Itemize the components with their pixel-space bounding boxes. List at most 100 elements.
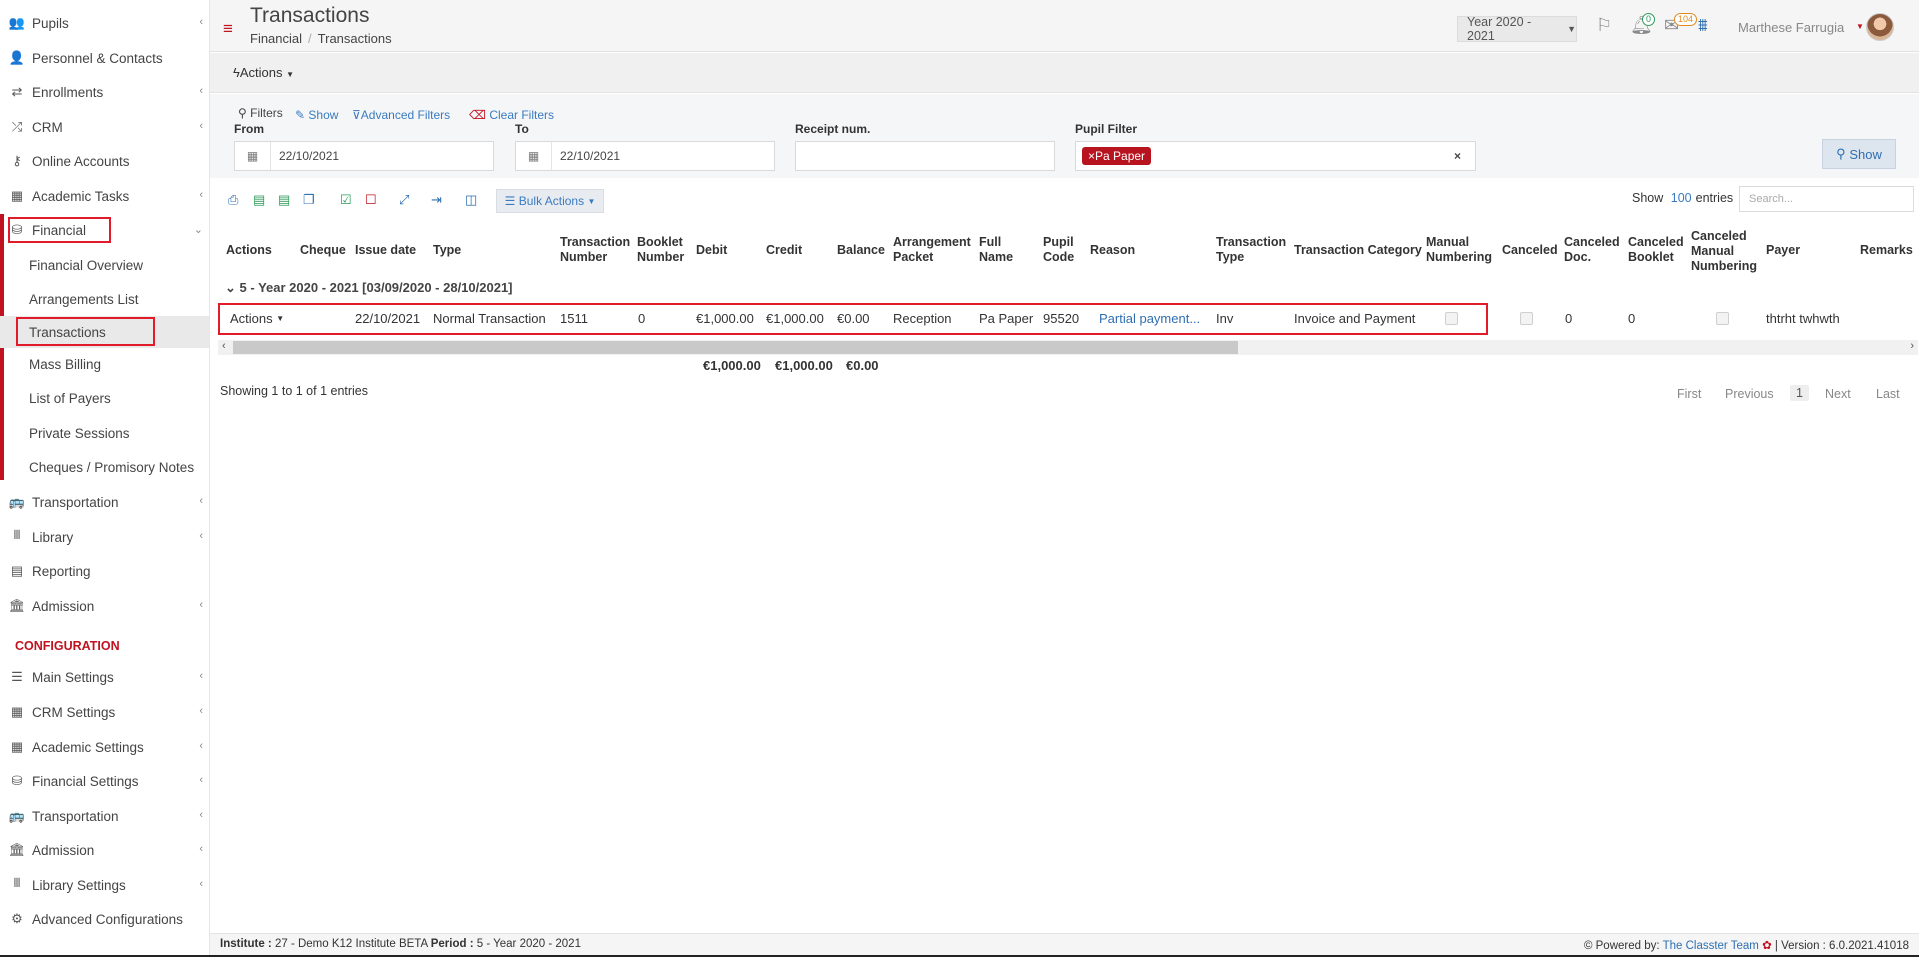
clear-selection-icon[interactable]: ×	[1454, 149, 1461, 163]
export-icon[interactable]: ⇥	[431, 192, 442, 208]
check-all-icon[interactable]: ☑	[340, 192, 352, 208]
col-header-debit[interactable]: Debit	[696, 228, 727, 272]
col-header-full-name[interactable]: Full Name	[979, 228, 1024, 272]
sidebar-item-academic-settings[interactable]: ▦ Academic Settings ‹	[0, 730, 209, 764]
sidebar-item-admission-settings[interactable]: 🏛 Admission ‹	[0, 833, 209, 867]
entries-count-select[interactable]: 100	[1671, 191, 1692, 205]
col-header-reason[interactable]: Reason	[1090, 228, 1135, 272]
advanced-filters-link[interactable]: ⊽Advanced Filters	[352, 108, 450, 122]
eraser-icon: ⌫	[469, 108, 486, 122]
classter-team-link[interactable]: The Classter Team	[1663, 940, 1759, 952]
pupil-tag[interactable]: ×Pa Paper	[1082, 147, 1152, 165]
sidebar-item-advanced-configurations[interactable]: ⚙ Advanced Configurations	[0, 902, 209, 936]
manual-numbering-checkbox[interactable]	[1445, 311, 1458, 325]
sidebar-item-crm[interactable]: ⤮ CRM ‹	[0, 110, 209, 144]
calendar-icon[interactable]: ▦	[516, 142, 552, 170]
sidebar-sub-private-sessions[interactable]: Private Sessions	[0, 417, 209, 449]
pager-next[interactable]: Next	[1825, 387, 1851, 401]
copy-icon[interactable]: ❐	[303, 192, 315, 208]
col-header-arrangement-packet[interactable]: Arrangement Packet	[893, 228, 973, 272]
col-header-actions[interactable]: Actions	[226, 228, 272, 272]
user-name[interactable]: Marthese Farrugia	[1738, 20, 1844, 35]
canceled-checkbox[interactable]	[1520, 311, 1533, 325]
scroll-thumb[interactable]	[233, 341, 1238, 354]
sidebar-item-transportation-settings[interactable]: 🚌 Transportation ‹	[0, 799, 209, 833]
print-icon[interactable]: ⎙	[228, 192, 238, 208]
sidebar-item-main-settings[interactable]: ☰ Main Settings ‹	[0, 660, 209, 694]
col-header-transaction-number[interactable]: Transaction Number	[560, 228, 630, 272]
pupil-filter-input[interactable]: ×Pa Paper ×	[1075, 141, 1476, 171]
col-header-transaction-type[interactable]: Transaction Type	[1216, 228, 1291, 272]
col-header-remarks[interactable]: Remarks	[1860, 228, 1913, 272]
col-header-canceled[interactable]: Canceled	[1502, 228, 1558, 272]
sidebar-item-admission[interactable]: 🏛 Admission ‹	[0, 589, 209, 623]
col-header-issue-date[interactable]: Issue date	[355, 228, 416, 272]
col-header-transaction-category[interactable]: Transaction Category	[1294, 228, 1422, 272]
receipt-num-input[interactable]	[795, 141, 1055, 171]
pager-current[interactable]: 1	[1790, 385, 1809, 401]
scroll-left-icon[interactable]: ‹	[222, 340, 226, 352]
sidebar-item-personnel[interactable]: 👤 Personnel & Contacts	[0, 41, 209, 75]
csv-icon[interactable]: ▤	[278, 192, 290, 208]
sidebar-item-library-settings[interactable]: 𝍫 Library Settings ‹	[0, 868, 209, 902]
col-header-canceled-doc[interactable]: Canceled Doc.	[1564, 228, 1620, 272]
sidebar-item-financial-settings[interactable]: ⛁ Financial Settings ‹	[0, 764, 209, 798]
sidebar-sub-list-of-payers[interactable]: List of Payers	[0, 382, 209, 414]
hamburger-menu-icon[interactable]: ≡	[223, 20, 233, 37]
sidebar-item-pupils[interactable]: 👥 Pupils ‹	[0, 6, 209, 40]
actions-dropdown[interactable]: ϟActions ▼	[233, 65, 294, 80]
stack-icon[interactable]: ⩩	[1698, 15, 1708, 36]
col-header-balance[interactable]: Balance	[837, 228, 885, 272]
table-row[interactable]: Actions ▼ 22/10/2021 Normal Transaction …	[218, 303, 1919, 333]
sidebar-item-online-accounts[interactable]: ⚷ Online Accounts	[0, 144, 209, 178]
year-select[interactable]: Year 2020 - 2021 ▼	[1457, 15, 1577, 43]
table-search-input[interactable]: Search...	[1739, 186, 1914, 212]
canceled-manual-numbering-checkbox[interactable]	[1716, 311, 1729, 325]
bulk-actions-button[interactable]: ☰ Bulk Actions ▼	[496, 189, 604, 213]
cell-reason-link[interactable]: Partial payment...	[1099, 303, 1200, 333]
sidebar-item-reporting[interactable]: ▤ Reporting	[0, 554, 209, 588]
flag-icon[interactable]: ⚐	[1596, 15, 1612, 36]
columns-icon[interactable]: ◫	[465, 192, 477, 208]
horizontal-scrollbar[interactable]: ‹ ›	[218, 340, 1918, 355]
col-header-cheque[interactable]: Cheque	[300, 228, 346, 272]
avatar[interactable]	[1866, 13, 1894, 41]
breadcrumb-financial[interactable]: Financial	[250, 31, 302, 46]
to-label: To	[515, 122, 529, 136]
sidebar-sub-mass-billing[interactable]: Mass Billing	[0, 348, 209, 380]
show-button[interactable]: ⚲ Show	[1822, 139, 1896, 169]
col-header-canceled-manual-numbering[interactable]: Canceled Manual Numbering	[1691, 221, 1763, 281]
sidebar-item-library[interactable]: 𝍫 Library ‹	[0, 520, 209, 554]
col-header-payer[interactable]: Payer	[1766, 228, 1800, 272]
uncheck-all-icon[interactable]: ☐	[365, 192, 377, 208]
show-filters-link[interactable]: ✎ Show	[295, 108, 338, 122]
col-header-booklet-number[interactable]: Booklet Number	[637, 228, 687, 272]
sidebar-sub-label: Arrangements List	[29, 291, 139, 307]
tag-remove-icon[interactable]: ×	[1088, 149, 1095, 163]
col-header-manual-numbering[interactable]: Manual Numbering	[1426, 228, 1496, 272]
group-row[interactable]: ⌄ 5 - Year 2020 - 2021 [03/09/2020 - 28/…	[225, 280, 513, 296]
col-header-credit[interactable]: Credit	[766, 228, 802, 272]
sidebar-item-enrollments[interactable]: ⇄ Enrollments ‹	[0, 75, 209, 109]
user-caret-icon[interactable]: ▼	[1856, 22, 1864, 31]
sidebar-item-academic-tasks[interactable]: ▦ Academic Tasks ‹	[0, 179, 209, 213]
sidebar-sub-arrangements-list[interactable]: Arrangements List	[0, 283, 209, 315]
pager-first[interactable]: First	[1677, 387, 1701, 401]
expand-icon[interactable]: ⤢	[399, 192, 409, 208]
sidebar-sub-cheques[interactable]: Cheques / Promisory Notes	[0, 451, 209, 483]
pager-previous[interactable]: Previous	[1725, 387, 1774, 401]
col-header-type[interactable]: Type	[433, 228, 461, 272]
scroll-right-icon[interactable]: ›	[1910, 340, 1914, 352]
sidebar-item-crm-settings[interactable]: ▦ CRM Settings ‹	[0, 695, 209, 729]
sidebar-item-transportation[interactable]: 🚌 Transportation ‹	[0, 485, 209, 519]
clear-filters-link[interactable]: ⌫ Clear Filters	[469, 108, 554, 122]
pager-last[interactable]: Last	[1876, 387, 1900, 401]
to-date-input[interactable]: ▦ 22/10/2021	[515, 141, 775, 171]
excel-icon[interactable]: ▤	[253, 192, 265, 208]
calendar-icon[interactable]: ▦	[235, 142, 271, 170]
from-date-input[interactable]: ▦ 22/10/2021	[234, 141, 494, 171]
row-actions-dropdown[interactable]: Actions ▼	[230, 303, 284, 333]
sidebar-sub-financial-overview[interactable]: Financial Overview	[0, 249, 209, 281]
col-header-canceled-booklet[interactable]: Canceled Booklet	[1628, 228, 1684, 272]
col-header-pupil-code[interactable]: Pupil Code	[1043, 228, 1078, 272]
